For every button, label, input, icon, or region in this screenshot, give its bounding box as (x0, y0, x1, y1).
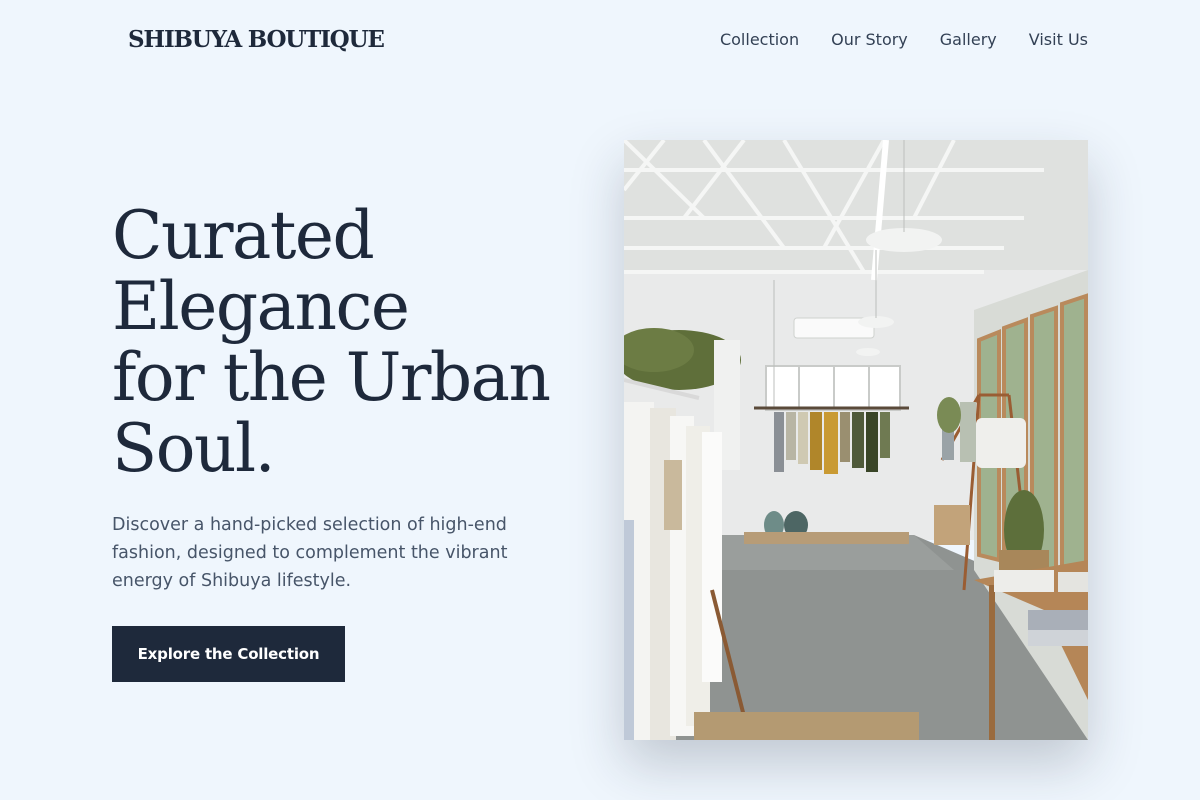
nav-link-visit-us[interactable]: Visit Us (1029, 30, 1088, 49)
hero-title: Curated Elegance for the Urban Soul. (112, 200, 582, 484)
hero-description: Discover a hand-picked selection of high… (112, 515, 508, 591)
hero-title-line: Curated (112, 197, 375, 274)
nav-link-collection[interactable]: Collection (720, 30, 799, 49)
main-nav: Collection Our Story Gallery Visit Us (720, 30, 1088, 49)
landing-page: SHIBUYA BOUTIQUE Collection Our Story Ga… (0, 0, 1200, 800)
boutique-interior-illustration (624, 140, 1088, 740)
hero-title-line: Soul. (112, 410, 276, 487)
boutique-interior-image (624, 140, 1088, 740)
nav-link-our-story[interactable]: Our Story (831, 30, 908, 49)
brand-logo[interactable]: SHIBUYA BOUTIQUE (128, 26, 385, 53)
nav-link-gallery[interactable]: Gallery (940, 30, 997, 49)
explore-collection-button[interactable]: Explore the Collection (112, 626, 345, 682)
hero-title-line: for the Urban (112, 339, 551, 416)
hero-title-line: Elegance (112, 268, 410, 345)
